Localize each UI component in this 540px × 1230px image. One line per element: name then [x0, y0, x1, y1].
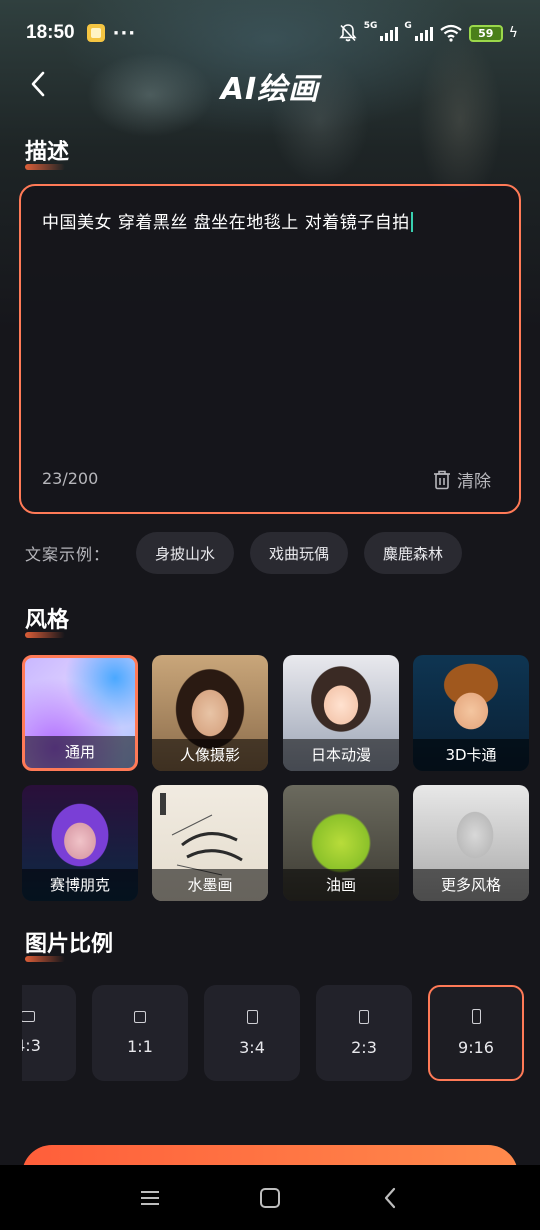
- style-title-text: 风格: [25, 608, 70, 633]
- ratio-portrait-icon: [359, 1009, 369, 1024]
- style-label: 更多风格: [413, 869, 529, 901]
- style-card-anime[interactable]: 日本动漫: [283, 655, 399, 771]
- examples-label: 文案示例：: [25, 545, 111, 564]
- text-caret: [410, 212, 413, 232]
- example-chip[interactable]: 身披山水: [136, 532, 235, 574]
- clear-button[interactable]: 清除: [433, 467, 491, 492]
- ratio-tall-portrait-icon: [471, 1009, 481, 1024]
- style-label: 3D卡通: [413, 739, 529, 771]
- ratio-option-2-3[interactable]: 2:3: [316, 985, 412, 1081]
- signal-strength-icon: [380, 25, 399, 41]
- ratio-label: 3:4: [239, 1037, 265, 1057]
- system-back-button[interactable]: [370, 1183, 410, 1213]
- style-label: 人像摄影: [152, 739, 268, 771]
- battery-icon: 59: [468, 24, 503, 42]
- style-card-portrait[interactable]: 人像摄影: [152, 655, 268, 771]
- status-bar: 18:50 ··· 5G G 59 ϟ: [0, 0, 540, 66]
- ratio-label: 9:16: [458, 1038, 494, 1057]
- notes-app-icon: [86, 24, 105, 42]
- style-section-title: 风格: [25, 602, 70, 638]
- title-underline: [25, 164, 65, 170]
- network-type-5g: 5G: [363, 21, 378, 31]
- char-count: 23/200: [42, 469, 99, 488]
- ratio-landscape-icon: [22, 1011, 35, 1022]
- ratio-label: 1:1: [127, 1036, 153, 1056]
- charging-icon: ϟ: [508, 25, 518, 41]
- square-icon: [260, 1188, 280, 1208]
- clear-label: 清除: [457, 472, 491, 492]
- ratio-label: 4:3: [22, 1036, 41, 1055]
- style-card-ink-painting[interactable]: 水墨画: [152, 785, 268, 901]
- description-textarea[interactable]: 中国美女 穿着黑丝 盘坐在地毯上 对着镜子自拍 23/200 清除: [19, 184, 521, 514]
- examples-row: 文案示例： 身披山水 戏曲玩偶 麋鹿森林: [25, 532, 478, 574]
- style-card-oil-painting[interactable]: 油画: [283, 785, 399, 901]
- style-card-3d-cartoon[interactable]: 3D卡通: [413, 655, 529, 771]
- style-label: 油画: [283, 869, 399, 901]
- ratio-portrait-icon: [246, 1009, 258, 1024]
- bell-muted-icon: [339, 24, 357, 42]
- signal-strength-icon-2: [414, 25, 433, 41]
- trash-icon: [434, 470, 450, 489]
- style-label: 通用: [25, 736, 135, 768]
- style-label: 日本动漫: [283, 739, 399, 771]
- chevron-left-icon: [384, 1187, 396, 1209]
- description-text-container: 中国美女 穿着黑丝 盘坐在地毯上 对着镜子自拍: [42, 208, 413, 233]
- page-title: AI绘画: [220, 72, 320, 107]
- description-title-text: 描述: [25, 140, 70, 165]
- recent-apps-button[interactable]: [130, 1183, 170, 1213]
- ratio-option-3-4[interactable]: 3:4: [204, 985, 300, 1081]
- description-section-title: 描述: [25, 134, 70, 170]
- ratio-square-icon: [134, 1010, 146, 1023]
- ratio-option-9-16[interactable]: 9:16: [428, 985, 524, 1081]
- ratio-label: 2:3: [351, 1037, 377, 1057]
- home-button[interactable]: [250, 1183, 290, 1213]
- style-card-more-styles[interactable]: 更多风格: [413, 785, 529, 901]
- more-notifications-icon: ···: [112, 22, 137, 44]
- style-label: 赛博朋克: [22, 869, 138, 901]
- ratio-option-1-1[interactable]: 1:1: [92, 985, 188, 1081]
- wifi-icon: [440, 24, 462, 42]
- ratio-option-4-3[interactable]: 4:3: [22, 985, 76, 1081]
- header: AI绘画: [0, 60, 540, 108]
- example-chip[interactable]: 戏曲玩偶: [250, 532, 349, 574]
- style-card-cyberpunk[interactable]: 赛博朋克: [22, 785, 138, 901]
- ratio-section-title: 图片比例: [25, 926, 114, 962]
- menu-icon: [141, 1191, 159, 1205]
- title-underline: [25, 956, 65, 962]
- status-time: 18:50: [26, 22, 75, 43]
- example-chip[interactable]: 麋鹿森林: [364, 532, 463, 574]
- ratio-scroller[interactable]: 4:3 1:1 3:4 2:3 9:16: [22, 985, 540, 1081]
- status-icons: 5G G 59 ϟ: [338, 21, 518, 43]
- style-card-general[interactable]: 通用: [22, 655, 138, 771]
- ratio-title-text: 图片比例: [25, 932, 114, 957]
- style-label: 水墨画: [152, 869, 268, 901]
- title-underline: [25, 632, 65, 638]
- system-nav-bar: [0, 1165, 540, 1230]
- network-type-g: G: [404, 21, 412, 31]
- description-text: 中国美女 穿着黑丝 盘坐在地毯上 对着镜子自拍: [42, 213, 410, 233]
